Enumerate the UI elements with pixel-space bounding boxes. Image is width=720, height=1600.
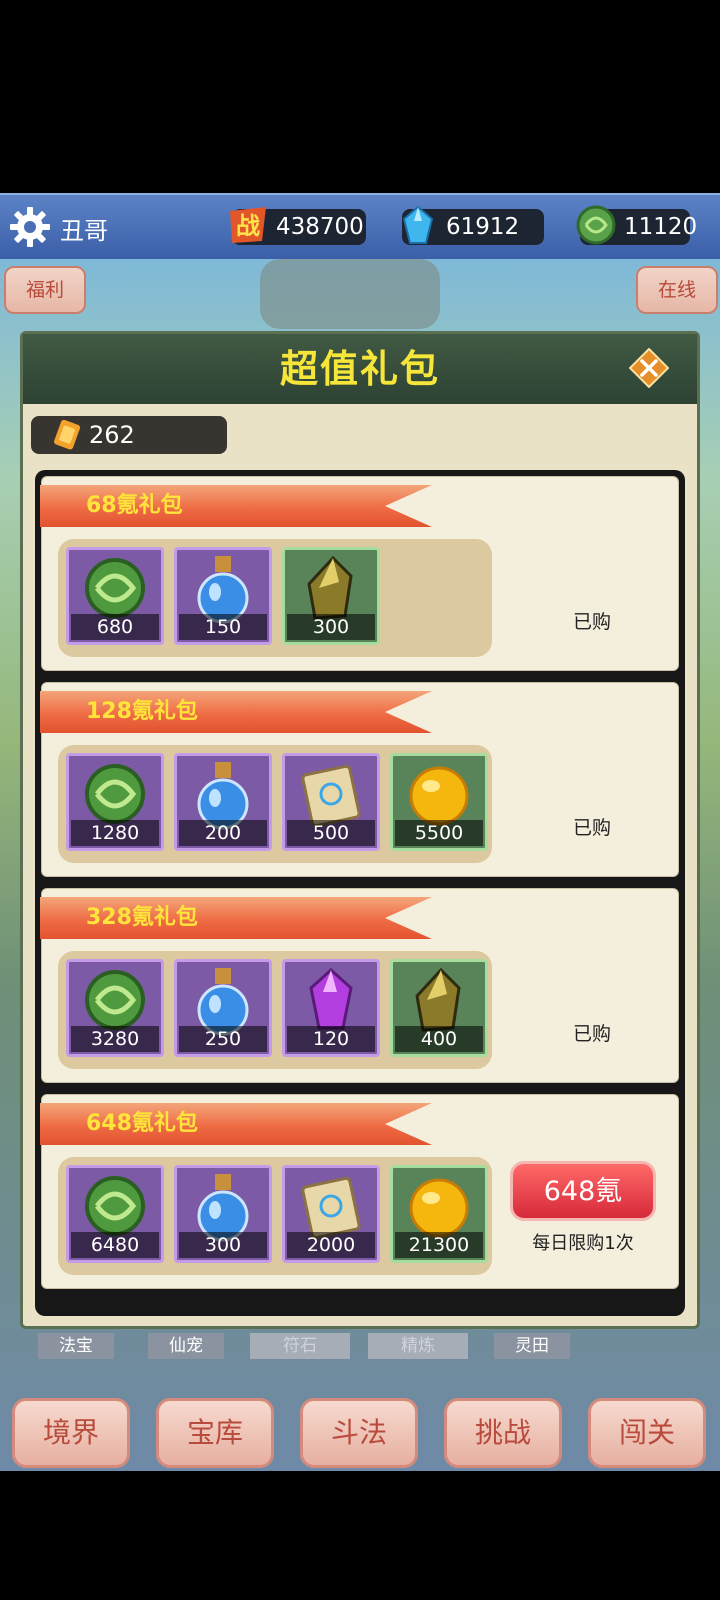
pack-card-648: 648氪礼包 6480 300 2000 21300 648氪 每日限购1次: [40, 1094, 679, 1289]
nav-tiaozhan[interactable]: 挑战: [444, 1398, 562, 1468]
reward-count: 300: [179, 1232, 267, 1258]
panel-title: 超值礼包: [279, 347, 440, 391]
purchased-status: 已购: [572, 1023, 611, 1045]
purchased-status: 已购: [572, 611, 611, 633]
username: 丑哥: [60, 217, 108, 245]
daily-limit-note: 每日限购1次: [532, 1233, 634, 1254]
crystal-value: 61912: [446, 214, 520, 240]
gear-icon[interactable]: [8, 205, 52, 249]
reward-item[interactable]: 21300: [390, 1165, 488, 1263]
reward-count: 120: [287, 1026, 375, 1052]
battle-icon: 战: [230, 207, 266, 243]
reward-item[interactable]: 2000: [282, 1165, 380, 1263]
reward-count: 3280: [71, 1026, 159, 1052]
jade-coin-icon: [576, 205, 616, 245]
reward-count: 150: [179, 614, 267, 640]
pack-card-128: 128氪礼包 1280 200 500 5500 已购: [40, 682, 679, 877]
nav-baoku[interactable]: 宝库: [156, 1398, 274, 1468]
pack-card-328: 328氪礼包 3280 250 120 400 已购: [40, 888, 679, 1083]
reward-tray: 1280 200 500 5500: [58, 745, 492, 863]
panel-header: 超值礼包: [23, 334, 697, 404]
battle-power-value: 438700: [276, 214, 364, 240]
reward-count: 680: [71, 614, 159, 640]
tab-fabao[interactable]: 法宝: [38, 1333, 114, 1359]
statue-decoration: [260, 259, 440, 329]
reward-count: 200: [179, 820, 267, 846]
ticket-balance: 262: [31, 416, 227, 454]
reward-count: 400: [395, 1026, 483, 1052]
top-bar: 丑哥 战 438700 61912 11120: [0, 193, 720, 261]
pack-name: 328氪礼包: [86, 905, 198, 930]
nav-chuangguan[interactable]: 闯关: [588, 1398, 706, 1468]
welfare-button[interactable]: 福利: [4, 266, 86, 314]
pack-name: 648氪礼包: [86, 1111, 198, 1136]
reward-count: 1280: [71, 820, 159, 846]
reward-item[interactable]: 680: [66, 547, 164, 645]
reward-item[interactable]: 1280: [66, 753, 164, 851]
nav-doufa[interactable]: 斗法: [300, 1398, 418, 1468]
tab-jinglian[interactable]: 精炼: [368, 1333, 468, 1359]
tab-fushi[interactable]: 符石: [250, 1333, 350, 1359]
jade-value: 11120: [624, 214, 698, 240]
reward-count: 6480: [71, 1232, 159, 1258]
reward-item[interactable]: 5500: [390, 753, 488, 851]
reward-tray: 680 150 300: [58, 539, 492, 657]
crystal-display: 61912: [402, 205, 544, 245]
reward-item[interactable]: 6480: [66, 1165, 164, 1263]
pack-card-68: 68氪礼包 680 150 300 已购: [40, 476, 679, 671]
reward-count: 250: [179, 1026, 267, 1052]
jade-display: 11120: [576, 205, 697, 245]
buy-button[interactable]: 648氪: [510, 1161, 656, 1221]
tab-xianchong[interactable]: 仙宠: [148, 1333, 224, 1359]
reward-item[interactable]: 150: [174, 547, 272, 645]
gift-pack-panel: 超值礼包 262 68氪礼包 680 150 300 已购 128氪礼包 128…: [20, 331, 700, 1329]
reward-tray: 3280 250 120 400: [58, 951, 492, 1069]
nav-jingjie[interactable]: 境界: [12, 1398, 130, 1468]
battle-power-display: 战 438700: [230, 207, 366, 245]
reward-item[interactable]: 120: [282, 959, 380, 1057]
pack-name: 128氪礼包: [86, 699, 198, 724]
reward-count: 300: [287, 614, 375, 640]
close-icon[interactable]: [629, 348, 669, 388]
reward-count: 500: [287, 820, 375, 846]
reward-item[interactable]: 400: [390, 959, 488, 1057]
online-button[interactable]: 在线: [636, 266, 718, 314]
ticket-icon: [54, 419, 81, 450]
ticket-count: 262: [89, 421, 135, 449]
svg-text:战: 战: [236, 212, 260, 240]
reward-item[interactable]: 300: [174, 1165, 272, 1263]
reward-item[interactable]: 3280: [66, 959, 164, 1057]
tab-lingtian[interactable]: 灵田: [494, 1333, 570, 1359]
pack-name: 68氪礼包: [86, 493, 183, 518]
reward-count: 5500: [395, 820, 483, 846]
reward-count: 21300: [395, 1232, 483, 1258]
reward-item[interactable]: 200: [174, 753, 272, 851]
crystal-icon: [402, 205, 434, 244]
reward-item[interactable]: 250: [174, 959, 272, 1057]
reward-item[interactable]: 500: [282, 753, 380, 851]
purchased-status: 已购: [572, 817, 611, 839]
reward-count: 2000: [287, 1232, 375, 1258]
reward-item[interactable]: 300: [282, 547, 380, 645]
reward-tray: 6480 300 2000 21300: [58, 1157, 492, 1275]
pack-list[interactable]: 68氪礼包 680 150 300 已购 128氪礼包 1280 200 500…: [35, 470, 685, 1316]
